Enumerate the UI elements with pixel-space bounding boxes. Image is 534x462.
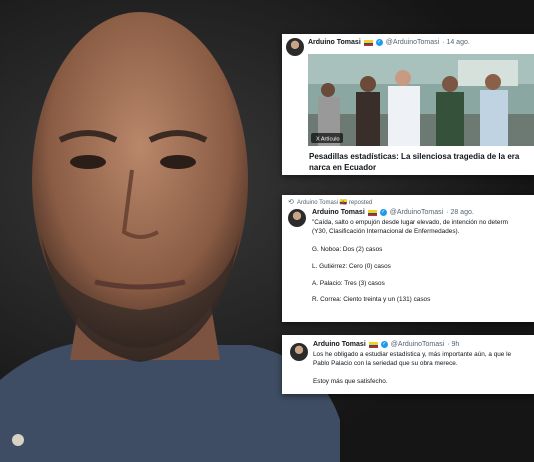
avatar[interactable] (290, 343, 308, 361)
author-name[interactable]: Arduino Tomasi (312, 209, 365, 216)
stat-noboa: G. Noboa: Dos (2) casos (312, 246, 383, 254)
verified-badge-icon: ✓ (379, 209, 387, 216)
tweet-date[interactable]: · 9h (447, 341, 459, 348)
ecuador-flag-icon (368, 341, 378, 348)
tweet-card-reply[interactable]: Arduino Tomasi ✓ @ArduinoTomasi · 9h Los… (282, 335, 534, 394)
stat-gutierrez: L. Gutiérrez: Cero (0) casos (312, 262, 391, 270)
repost-label[interactable]: Arduino Tomasi 🇪🇨 reposted (297, 199, 372, 206)
verified-badge-icon: ✓ (380, 341, 388, 348)
ecuador-flag-icon (363, 39, 373, 46)
tweet-text-line2: (Y30, Clasificación Internacional de Enf… (312, 227, 460, 235)
author-handle[interactable]: @ArduinoTomasi (390, 209, 443, 216)
article-badge: X Artículo (316, 137, 340, 143)
tweet-body: "Caída, salto o empujón desde lugar elev… (312, 219, 508, 313)
author-handle[interactable]: @ArduinoTomasi (386, 39, 439, 46)
stat-correa: R. Correa: Ciento treinta y un (131) cas… (312, 296, 431, 304)
tweet-date[interactable]: · 14 ago. (442, 39, 470, 46)
tweet-body: Los he obligado a estudiar estadística y… (313, 351, 511, 394)
author-handle[interactable]: @ArduinoTomasi (391, 341, 444, 348)
article-headline-line2[interactable]: narca en Ecuador (309, 163, 519, 174)
tweet-text-line1: "Caída, salto o empujón desde lugar elev… (312, 219, 508, 226)
stat-palacio: A. Palacio: Tres (3) casos (312, 279, 385, 287)
tweet-text-line3: Estoy más que satisfecho. (313, 378, 388, 386)
tweet-card-repost[interactable]: ⟲ Arduino Tomasi 🇪🇨 reposted Arduino Tom… (282, 195, 534, 322)
tweet-card-article[interactable]: Arduino Tomasi ✓ @ArduinoTomasi · 14 ago… (282, 34, 534, 175)
avatar[interactable] (286, 38, 304, 56)
tweet-date[interactable]: · 28 ago. (446, 209, 474, 216)
ecuador-flag-icon (367, 209, 377, 216)
article-headline-line1[interactable]: Pesadillas estadísticas: La silenciosa t… (309, 152, 519, 163)
author-name[interactable]: Arduino Tomasi (308, 39, 361, 46)
article-image[interactable]: X Artículo (308, 54, 534, 146)
verified-badge-icon: ✓ (375, 39, 383, 46)
tweet-text-line2: Pablo Palacio con la seriedad que su obr… (313, 359, 458, 367)
avatar[interactable] (288, 209, 306, 227)
author-name[interactable]: Arduino Tomasi (313, 341, 366, 348)
tweet-text-line1: Los he obligado a estudiar estadística y… (313, 351, 512, 358)
repost-icon: ⟲ (288, 199, 294, 206)
